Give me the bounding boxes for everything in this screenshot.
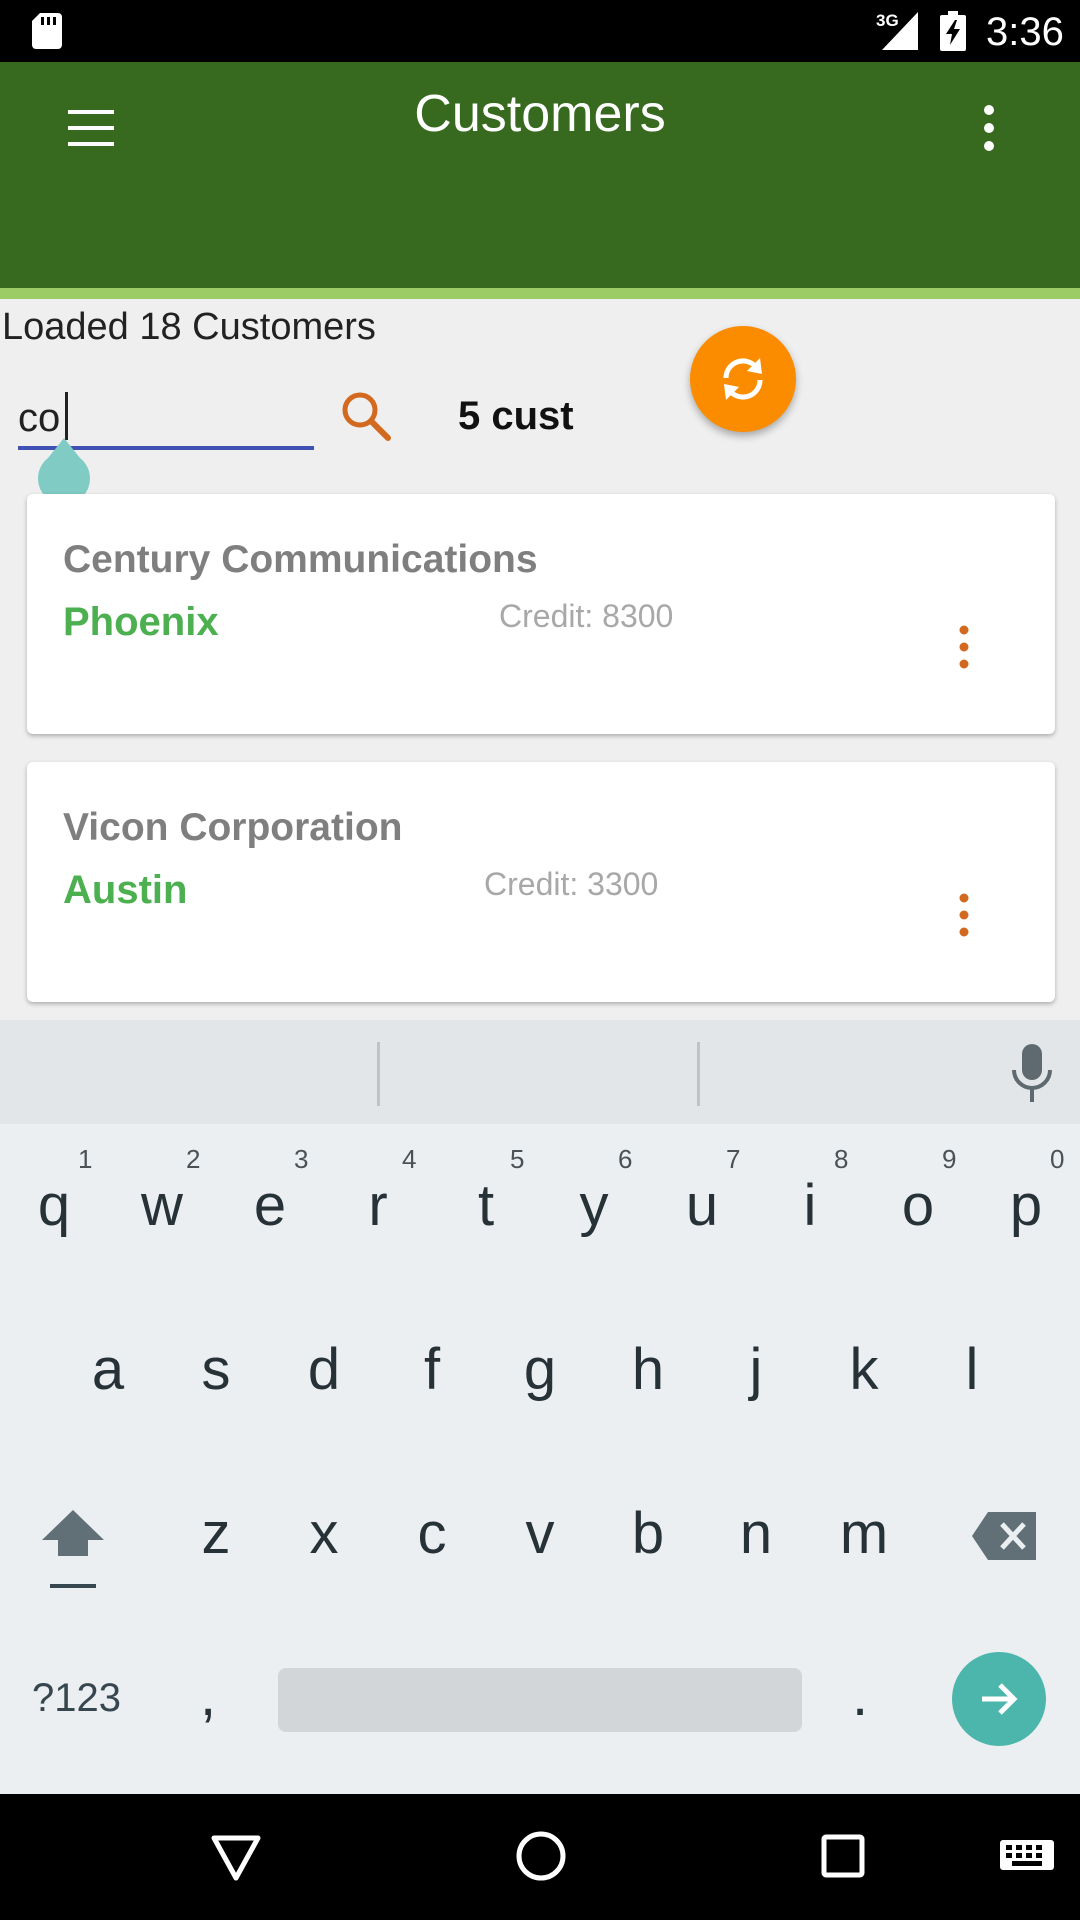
key-e[interactable]: e: [240, 1172, 300, 1239]
key-q[interactable]: q: [24, 1172, 84, 1239]
space-key[interactable]: [278, 1668, 802, 1732]
key-a[interactable]: a: [78, 1336, 138, 1403]
card-overflow-menu-icon[interactable]: [957, 892, 971, 938]
search-icon[interactable]: [338, 388, 394, 444]
card-overflow-menu-icon[interactable]: [957, 624, 971, 670]
key-c[interactable]: c: [402, 1500, 462, 1567]
result-count: 5 cust: [458, 394, 574, 438]
suggestion-divider: [377, 1042, 380, 1106]
key-v[interactable]: v: [510, 1500, 570, 1567]
app-screen: 3G 3:36 Customers Loaded 18 Customers co…: [0, 0, 1080, 1920]
customer-card[interactable]: Vicon Corporation Austin Credit: 3300: [27, 762, 1055, 1002]
clock: 3:36: [986, 10, 1064, 54]
key-hint-9: 9: [942, 1144, 957, 1174]
key-r[interactable]: r: [348, 1172, 408, 1239]
app-bar-accent-stripe: [0, 288, 1080, 299]
cursor-handle-icon[interactable]: [36, 438, 92, 502]
battery-charging-icon: [940, 11, 966, 51]
key-hint-7: 7: [726, 1144, 741, 1174]
key-i[interactable]: i: [780, 1172, 840, 1239]
key-z[interactable]: z: [186, 1500, 246, 1567]
key-hint-6: 6: [618, 1144, 633, 1174]
key-d[interactable]: d: [294, 1336, 354, 1403]
comma-key[interactable]: ,: [200, 1662, 216, 1729]
customer-card[interactable]: Century Communications Phoenix Credit: 8…: [27, 494, 1055, 734]
arrow-right-icon: [982, 1683, 1018, 1715]
sd-card-icon: [32, 13, 62, 49]
backspace-key-icon[interactable]: [970, 1510, 1040, 1562]
key-b[interactable]: b: [618, 1500, 678, 1567]
shift-key-icon[interactable]: [38, 1506, 108, 1596]
key-hint-8: 8: [834, 1144, 849, 1174]
key-hint-4: 4: [402, 1144, 417, 1174]
text-caret: [65, 392, 68, 440]
key-w[interactable]: w: [132, 1172, 192, 1239]
key-x[interactable]: x: [294, 1500, 354, 1567]
key-hint-3: 3: [294, 1144, 309, 1174]
symbols-key[interactable]: ?123: [32, 1676, 121, 1721]
refresh-icon: [723, 358, 763, 400]
customer-city: Austin: [63, 868, 188, 912]
recents-icon[interactable]: [821, 1834, 865, 1878]
key-g[interactable]: g: [510, 1336, 570, 1403]
key-y[interactable]: y: [564, 1172, 624, 1239]
keyboard-switch-icon[interactable]: [1000, 1840, 1054, 1876]
key-u[interactable]: u: [672, 1172, 732, 1239]
key-hint-5: 5: [510, 1144, 525, 1174]
key-n[interactable]: n: [726, 1500, 786, 1567]
key-k[interactable]: k: [834, 1336, 894, 1403]
suggestion-strip: [0, 1020, 1080, 1124]
refresh-button[interactable]: [690, 326, 796, 432]
overflow-menu-icon[interactable]: [974, 102, 1004, 158]
key-p[interactable]: p: [996, 1172, 1056, 1239]
key-hint-2: 2: [186, 1144, 201, 1174]
home-icon[interactable]: [515, 1830, 567, 1882]
key-j[interactable]: j: [726, 1336, 786, 1403]
key-h[interactable]: h: [618, 1336, 678, 1403]
key-m[interactable]: m: [834, 1500, 894, 1567]
key-s[interactable]: s: [186, 1336, 246, 1403]
enter-key[interactable]: [952, 1652, 1046, 1746]
key-t[interactable]: t: [456, 1172, 516, 1239]
navigation-bar: [0, 1794, 1080, 1920]
status-bar: 3G 3:36: [0, 0, 1080, 62]
customer-name: Vicon Corporation: [63, 806, 403, 849]
period-key[interactable]: .: [852, 1662, 868, 1729]
key-f[interactable]: f: [402, 1336, 462, 1403]
suggestion-divider: [697, 1042, 700, 1106]
cell-signal-icon: [882, 12, 918, 50]
customer-credit: Credit: 8300: [499, 598, 674, 634]
back-icon[interactable]: [210, 1834, 262, 1882]
customer-credit: Credit: 3300: [484, 866, 659, 902]
key-hint-0: 0: [1050, 1144, 1065, 1174]
page-title: Customers: [414, 85, 666, 143]
microphone-icon[interactable]: [1008, 1044, 1056, 1104]
key-l[interactable]: l: [942, 1336, 1002, 1403]
key-o[interactable]: o: [888, 1172, 948, 1239]
customer-name: Century Communications: [63, 538, 538, 581]
soft-keyboard: q w e r t y u i o p 1 2 3 4 5 6 7 8 9 0 …: [0, 1020, 1080, 1794]
key-hint-1: 1: [78, 1144, 93, 1174]
loaded-status-text: Loaded 18 Customers: [2, 306, 376, 348]
customer-city: Phoenix: [63, 600, 219, 644]
